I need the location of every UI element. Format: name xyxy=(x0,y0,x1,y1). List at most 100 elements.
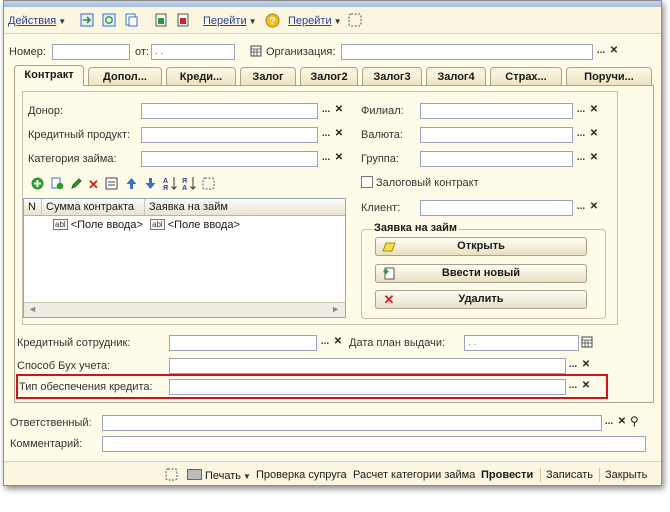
column-header-contract-amount[interactable]: Сумма контракта xyxy=(42,199,145,215)
post-doc-icon[interactable] xyxy=(80,13,94,27)
organization-select-button[interactable]: ... xyxy=(594,44,608,60)
currency-select-button[interactable]: ... xyxy=(574,127,588,143)
copy-doc-icon[interactable] xyxy=(124,13,138,27)
collateral-type-input[interactable] xyxy=(169,379,566,395)
copy-row-icon[interactable] xyxy=(51,177,64,190)
currency-input[interactable] xyxy=(420,127,573,143)
refresh-icon[interactable] xyxy=(102,13,116,27)
table-cell-loan-application[interactable]: abl <Поле ввода> xyxy=(150,217,240,233)
goto-label-1[interactable]: Перейти xyxy=(203,15,247,27)
branch-input[interactable] xyxy=(420,103,573,119)
loan-category-input[interactable] xyxy=(141,151,318,167)
credit-product-input[interactable] xyxy=(141,127,318,143)
credit-officer-clear-button[interactable]: ✕ xyxy=(332,335,344,351)
customize-icon[interactable] xyxy=(348,13,362,27)
scroll-right-icon[interactable]: ► xyxy=(331,304,340,314)
collateral-type-clear-button[interactable]: ✕ xyxy=(580,379,592,395)
currency-clear-button[interactable]: ✕ xyxy=(588,127,600,143)
number-input[interactable] xyxy=(52,44,130,60)
move-up-icon[interactable] xyxy=(125,177,138,190)
calc-category-button[interactable]: Расчет категории займа xyxy=(353,469,475,481)
contract-amount-table[interactable]: N Сумма контракта Заявка на займ abl <Пол… xyxy=(23,198,346,318)
actions-label[interactable]: Действия xyxy=(8,15,56,27)
delete-application-button[interactable]: ✕ Удалить xyxy=(375,290,587,309)
table-cell-contract-amount[interactable]: abl <Поле ввода> xyxy=(53,217,143,233)
svg-text:А: А xyxy=(182,185,187,191)
tab-insurance[interactable]: Страх... xyxy=(490,67,562,85)
loan-category-select-button[interactable]: ... xyxy=(319,151,333,167)
donor-clear-button[interactable]: ✕ xyxy=(333,103,345,119)
group-input[interactable] xyxy=(420,151,573,167)
responsible-input[interactable] xyxy=(102,415,602,431)
sort-descending-icon[interactable]: ЯА xyxy=(182,176,196,191)
edit-row-icon[interactable] xyxy=(70,177,83,190)
print-label: Печать xyxy=(205,470,242,482)
delete-row-icon[interactable]: ✕ xyxy=(88,178,99,192)
column-header-n[interactable]: N xyxy=(24,199,42,215)
check-spouse-button[interactable]: Проверка супруга xyxy=(256,469,347,481)
credit-officer-select-button[interactable]: ... xyxy=(318,335,332,351)
donor-input[interactable] xyxy=(141,103,318,119)
footer-customize-icon[interactable] xyxy=(165,468,178,481)
accounting-method-input[interactable] xyxy=(169,358,566,374)
credit-product-clear-button[interactable]: ✕ xyxy=(333,127,345,143)
credit-product-select-button[interactable]: ... xyxy=(319,127,333,143)
scroll-left-icon[interactable]: ◄ xyxy=(28,304,37,314)
accounting-method-select-button[interactable]: ... xyxy=(566,358,580,374)
credit-officer-input[interactable] xyxy=(169,335,317,351)
document-red-icon[interactable] xyxy=(176,13,190,27)
tab-additional[interactable]: Допол... xyxy=(88,67,162,85)
donor-select-button[interactable]: ... xyxy=(319,103,333,119)
client-clear-button[interactable]: ✕ xyxy=(588,200,600,216)
client-select-button[interactable]: ... xyxy=(574,200,588,216)
save-button[interactable]: Записать xyxy=(546,469,593,481)
calendar-icon[interactable] xyxy=(581,336,593,348)
goto-menu-2[interactable]: Перейти ▼ xyxy=(288,13,342,29)
post-button[interactable]: Провести xyxy=(481,469,533,481)
tab-pledge[interactable]: Залог xyxy=(240,67,296,85)
plan-date-input[interactable]: . . xyxy=(464,335,579,351)
goto-label-2[interactable]: Перейти xyxy=(288,15,332,27)
search-icon[interactable]: ⚲ xyxy=(630,414,639,428)
document-green-icon[interactable] xyxy=(154,13,168,27)
print-menu[interactable]: Печать ▼ xyxy=(187,469,251,482)
tab-pledge4[interactable]: Залог4 xyxy=(426,67,486,85)
client-input[interactable] xyxy=(420,200,573,216)
organization-clear-button[interactable]: ✕ xyxy=(608,44,620,60)
open-application-button[interactable]: Открыть xyxy=(375,237,587,256)
tab-guarantors[interactable]: Поручи... xyxy=(566,67,652,85)
responsible-clear-button[interactable]: ✕ xyxy=(616,415,628,431)
responsible-select-button[interactable]: ... xyxy=(602,415,616,431)
help-icon[interactable]: ? xyxy=(265,13,280,28)
collateral-type-select-button[interactable]: ... xyxy=(566,379,580,395)
branch-select-button[interactable]: ... xyxy=(574,103,588,119)
tab-pledge2[interactable]: Залог2 xyxy=(300,67,358,85)
tab-contract[interactable]: Контракт xyxy=(14,65,84,86)
accounting-method-clear-button[interactable]: ✕ xyxy=(580,358,592,374)
pledge-contract-checkbox[interactable]: Залоговый контракт xyxy=(361,176,479,189)
horizontal-scrollbar[interactable]: ◄ ► xyxy=(24,302,345,317)
pledge-contract-label: Залоговый контракт xyxy=(376,177,479,189)
tab-pledge3[interactable]: Залог3 xyxy=(362,67,422,85)
new-application-button[interactable]: Ввести новый xyxy=(375,264,587,283)
checkbox-box[interactable] xyxy=(361,176,373,188)
sort-ascending-icon[interactable]: АЯ xyxy=(163,176,177,191)
group-clear-button[interactable]: ✕ xyxy=(588,151,600,167)
calendar-icon[interactable] xyxy=(250,45,262,57)
column-header-loan-application[interactable]: Заявка на займ xyxy=(145,199,345,215)
tab-credit[interactable]: Креди... xyxy=(166,67,236,85)
currency-label: Валюта: xyxy=(361,129,403,141)
date-input[interactable]: . . xyxy=(151,44,235,60)
comment-input[interactable] xyxy=(102,436,646,452)
grid-customize-icon[interactable] xyxy=(202,177,215,190)
organization-input[interactable] xyxy=(341,44,593,60)
move-down-icon[interactable] xyxy=(144,177,157,190)
close-button[interactable]: Закрыть xyxy=(605,469,647,481)
goto-menu-1[interactable]: Перейти ▼ xyxy=(203,13,257,29)
add-row-icon[interactable] xyxy=(31,177,44,190)
loan-category-clear-button[interactable]: ✕ xyxy=(333,151,345,167)
actions-menu[interactable]: Действия ▼ xyxy=(8,13,66,29)
end-edit-icon[interactable] xyxy=(105,177,118,190)
group-select-button[interactable]: ... xyxy=(574,151,588,167)
branch-clear-button[interactable]: ✕ xyxy=(588,103,600,119)
